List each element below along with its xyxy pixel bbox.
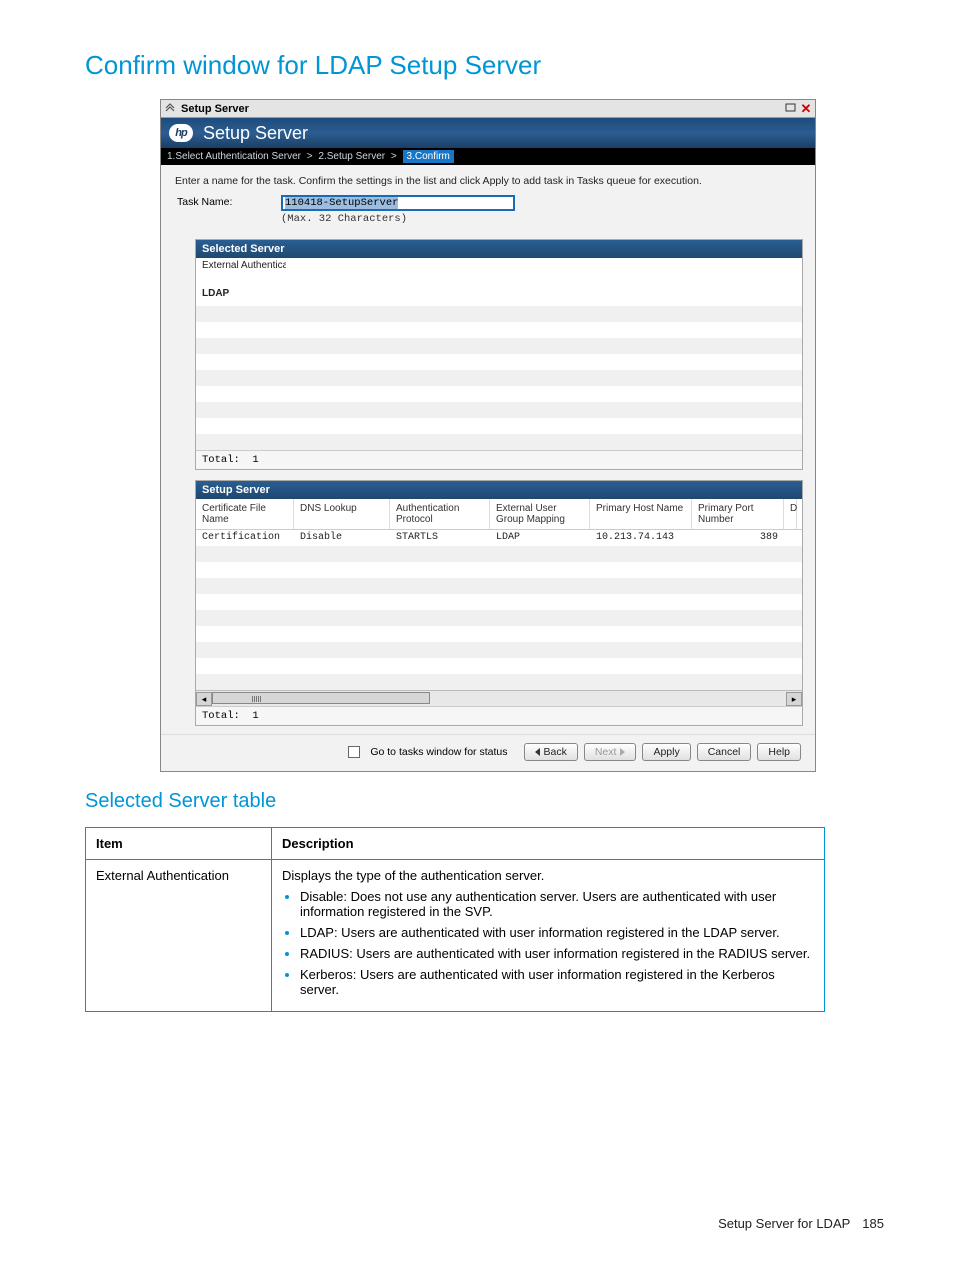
- item-cell: External Authentication: [86, 860, 272, 1012]
- scroll-right-icon[interactable]: ▸: [786, 692, 802, 706]
- window-header-title: Setup Server: [203, 123, 308, 144]
- window-titlebar: Setup Server ✕: [161, 100, 815, 118]
- subsection-title: Selected Server table: [85, 790, 884, 813]
- titlebar-text: Setup Server: [181, 103, 249, 115]
- description-cell: Displays the type of the authentication …: [272, 860, 825, 1012]
- total-value: 1: [252, 454, 258, 466]
- table-row: External Authentication Displays the typ…: [86, 860, 825, 1012]
- help-button[interactable]: Help: [757, 743, 801, 761]
- page-title: Confirm window for LDAP Setup Server: [85, 50, 884, 81]
- scroll-left-icon[interactable]: ◂: [196, 692, 212, 706]
- description-table: Item Description External Authentication…: [85, 827, 825, 1012]
- chevron-up-icon: [163, 102, 177, 116]
- selected-server-title: Selected Server: [196, 240, 802, 258]
- selected-server-table: Selected Server External Authentication …: [195, 239, 803, 470]
- col-item: Item: [86, 828, 272, 860]
- back-button[interactable]: Back: [524, 743, 578, 761]
- status-checkbox[interactable]: [348, 746, 360, 758]
- setup-server-title: Setup Server: [196, 481, 802, 499]
- breadcrumb-step-3: 3.Confirm: [403, 150, 454, 163]
- table-row: Certification Disable STARTLS LDAP 10.21…: [196, 530, 802, 546]
- breadcrumb: 1.Select Authentication Server > 2.Setup…: [161, 148, 815, 165]
- triangle-right-icon: [620, 748, 625, 756]
- col-dns: DNS Lookup: [294, 499, 390, 529]
- task-name-input[interactable]: 110418-SetupServer: [281, 195, 515, 211]
- page-footer: Setup Server for LDAP185: [718, 1216, 884, 1231]
- col-auth: Authentication Protocol: [390, 499, 490, 529]
- col-port: Primary Port Number: [692, 499, 784, 529]
- table-row: External Authentication: [196, 258, 802, 286]
- task-name-hint: (Max. 32 Characters): [281, 213, 515, 225]
- total-value: 1: [252, 710, 258, 722]
- next-button[interactable]: Next: [584, 743, 637, 761]
- horizontal-scrollbar[interactable]: ◂ ▸: [196, 690, 802, 706]
- hp-logo-icon: hp: [169, 124, 193, 142]
- triangle-left-icon: [535, 748, 540, 756]
- breadcrumb-step-1: 1.Select Authentication Server: [167, 151, 301, 162]
- setup-server-window: Setup Server ✕ hp Setup Server 1.Select …: [160, 99, 816, 772]
- task-name-label: Task Name:: [177, 195, 281, 208]
- action-bar: Go to tasks window for status Back Next …: [161, 734, 815, 771]
- instruction-text: Enter a name for the task. Confirm the s…: [175, 175, 801, 187]
- setup-server-table: Setup Server Certificate File Name DNS L…: [195, 480, 803, 726]
- window-header: hp Setup Server: [161, 118, 815, 148]
- col-eugm: External User Group Mapping: [490, 499, 590, 529]
- close-icon[interactable]: ✕: [799, 102, 813, 116]
- col-cert: Certificate File Name: [196, 499, 294, 529]
- apply-button[interactable]: Apply: [642, 743, 690, 761]
- total-label: Total:: [202, 454, 240, 466]
- cancel-button[interactable]: Cancel: [697, 743, 752, 761]
- breadcrumb-step-2: 2.Setup Server: [318, 151, 385, 162]
- col-host: Primary Host Name: [590, 499, 692, 529]
- col-description: Description: [272, 828, 825, 860]
- table-row: LDAP: [196, 286, 802, 304]
- status-checkbox-label: Go to tasks window for status: [370, 746, 507, 758]
- maximize-icon[interactable]: [783, 102, 797, 116]
- total-label: Total:: [202, 710, 240, 722]
- col-d: D: [784, 499, 797, 529]
